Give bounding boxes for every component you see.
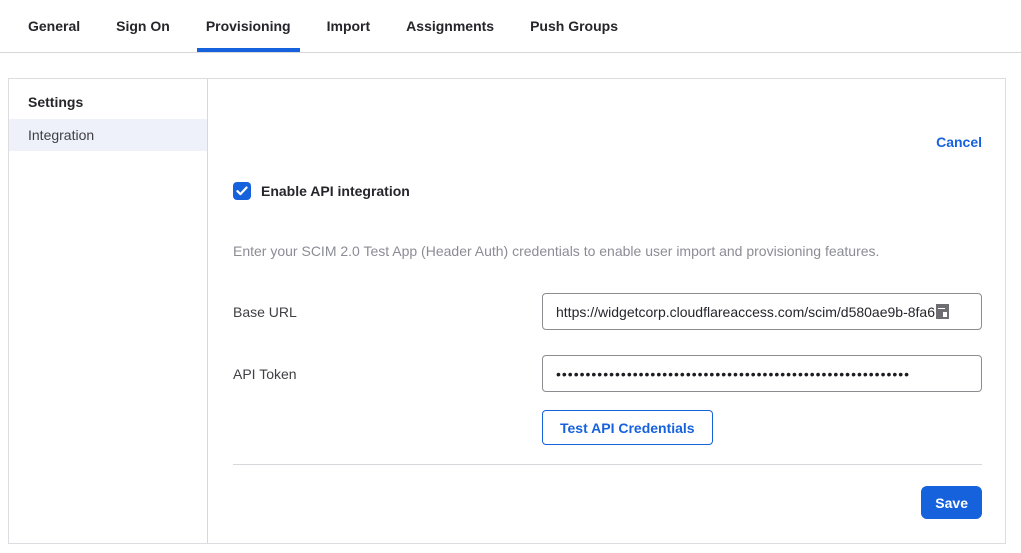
api-token-input[interactable]: ••••••••••••••••••••••••••••••••••••••••… bbox=[542, 355, 982, 392]
test-credentials-row: Test API Credentials bbox=[542, 410, 982, 445]
tab-sign-on[interactable]: Sign On bbox=[107, 0, 179, 52]
cancel-button[interactable]: Cancel bbox=[936, 134, 982, 150]
api-token-row: API Token ••••••••••••••••••••••••••••••… bbox=[233, 355, 982, 392]
save-row: Save bbox=[233, 486, 982, 519]
base-url-value: https://widgetcorp.cloudflareaccess.com/… bbox=[556, 304, 935, 320]
base-url-label: Base URL bbox=[233, 304, 542, 320]
text-selection-highlight bbox=[936, 304, 949, 319]
provisioning-panel: Settings Integration Cancel Enable API i… bbox=[8, 78, 1006, 544]
credentials-description: Enter your SCIM 2.0 Test App (Header Aut… bbox=[233, 243, 982, 259]
save-button[interactable]: Save bbox=[921, 486, 982, 519]
base-url-input[interactable]: https://widgetcorp.cloudflareaccess.com/… bbox=[542, 293, 982, 330]
enable-api-checkbox[interactable] bbox=[233, 182, 251, 200]
enable-api-row: Enable API integration bbox=[233, 182, 982, 200]
api-token-label: API Token bbox=[233, 366, 542, 382]
enable-api-label: Enable API integration bbox=[261, 183, 410, 199]
tab-provisioning[interactable]: Provisioning bbox=[197, 0, 300, 52]
tab-assignments[interactable]: Assignments bbox=[397, 0, 503, 52]
tab-import[interactable]: Import bbox=[318, 0, 380, 52]
sidebar-item-integration[interactable]: Integration bbox=[9, 119, 207, 151]
sidebar-item-label: Integration bbox=[28, 127, 94, 143]
sidebar-header: Settings bbox=[9, 91, 207, 119]
checkmark-icon bbox=[236, 186, 248, 196]
cancel-row: Cancel bbox=[233, 134, 982, 152]
settings-sidebar: Settings Integration bbox=[9, 79, 208, 543]
api-token-masked-value: ••••••••••••••••••••••••••••••••••••••••… bbox=[556, 366, 910, 382]
test-api-credentials-button[interactable]: Test API Credentials bbox=[542, 410, 713, 445]
integration-settings-form: Cancel Enable API integration Enter your… bbox=[208, 79, 1005, 543]
tab-general[interactable]: General bbox=[19, 0, 89, 52]
base-url-row: Base URL https://widgetcorp.cloudflareac… bbox=[233, 293, 982, 330]
app-tab-bar: General Sign On Provisioning Import Assi… bbox=[0, 0, 1021, 53]
tab-push-groups[interactable]: Push Groups bbox=[521, 0, 627, 52]
form-divider bbox=[233, 464, 982, 465]
